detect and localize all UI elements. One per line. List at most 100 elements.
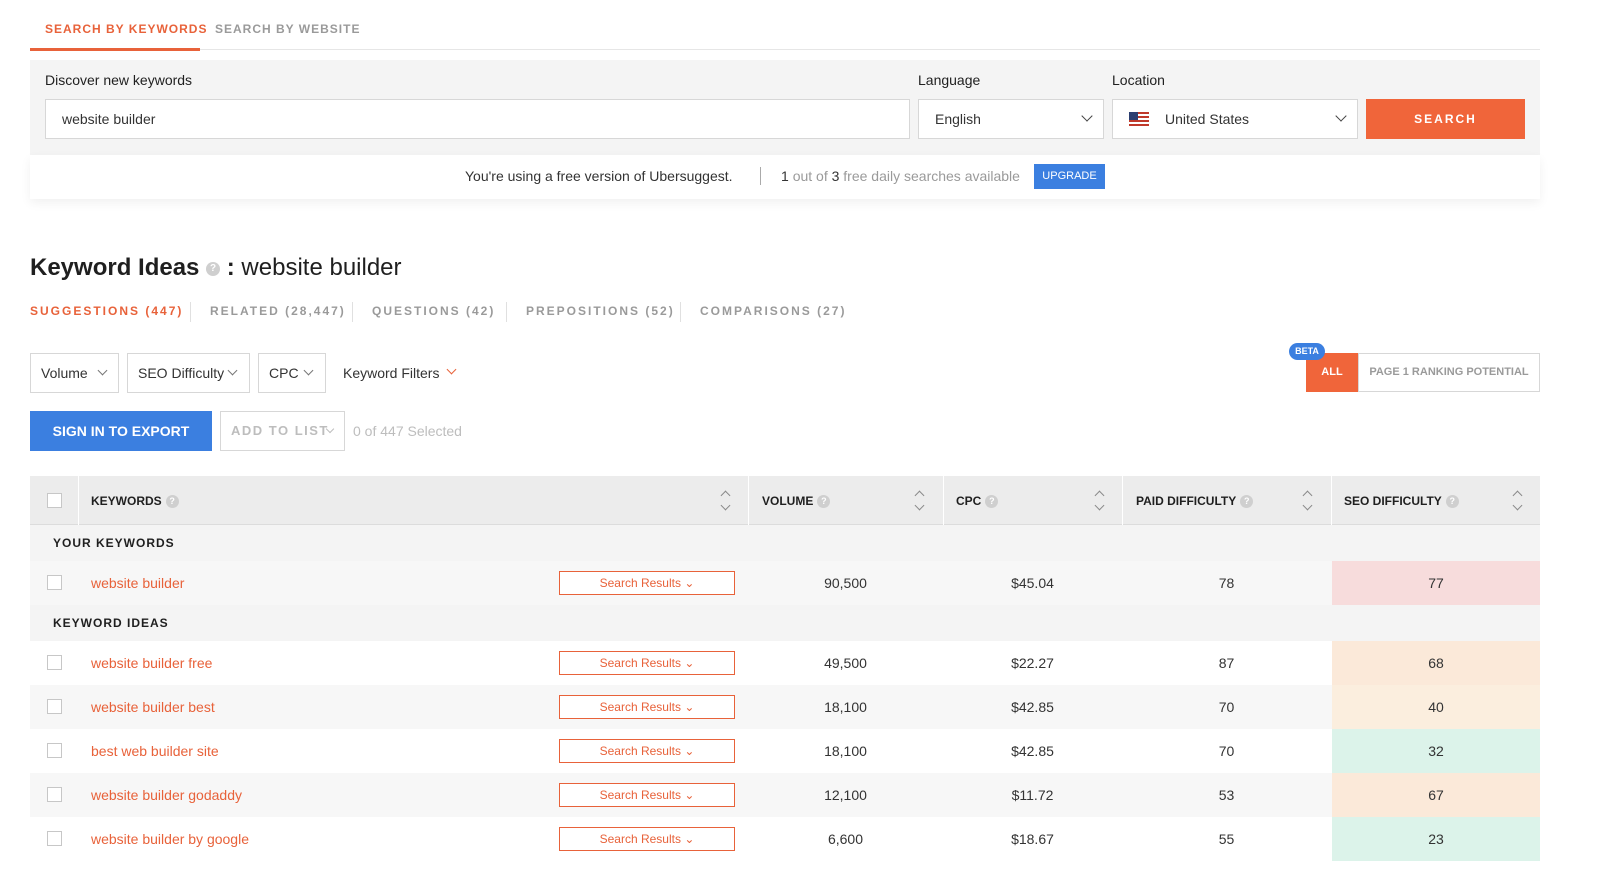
notice-divider xyxy=(760,167,761,185)
keyword-link[interactable]: website builder free xyxy=(91,655,212,671)
table-header: KEYWORDS? VOLUME? CPC? PAID DIFFICULTY? … xyxy=(30,476,1540,525)
cpc-cell: $42.85 xyxy=(1011,743,1054,759)
selected-count: 0 of 447 Selected xyxy=(353,423,462,439)
tab-search-by-keywords[interactable]: SEARCH BY KEYWORDS xyxy=(45,22,207,36)
volume-cell: 18,100 xyxy=(824,743,867,759)
language-label: Language xyxy=(918,72,981,88)
col-header-paid-difficulty[interactable]: PAID DIFFICULTY? xyxy=(1136,494,1254,509)
sign-in-to-export-button[interactable]: SIGN IN TO EXPORT xyxy=(30,411,212,451)
upgrade-button[interactable]: UPGRADE xyxy=(1034,164,1105,189)
quota-used: 1 xyxy=(781,168,789,184)
volume-cell: 12,100 xyxy=(824,787,867,803)
row-checkbox[interactable] xyxy=(47,743,62,758)
keyword-filters-toggle[interactable]: Keyword Filters xyxy=(343,365,439,381)
cpc-filter[interactable]: CPC xyxy=(258,353,326,393)
sort-icon[interactable] xyxy=(1302,490,1312,512)
paid-difficulty-cell: 78 xyxy=(1218,575,1235,591)
add-to-list-button[interactable]: ADD TO LIST xyxy=(220,411,345,451)
search-results-button[interactable]: Search Results ⌄ xyxy=(559,827,735,851)
help-icon[interactable]: ? xyxy=(1240,495,1254,509)
paid-difficulty-cell: 55 xyxy=(1218,831,1235,847)
language-select[interactable]: English xyxy=(918,99,1104,139)
cpc-cell: $45.04 xyxy=(1011,575,1054,591)
row-checkbox[interactable] xyxy=(47,699,62,714)
help-icon[interactable]: ? xyxy=(206,261,221,276)
search-quota: 1 out of 3 free daily searches available xyxy=(781,168,1020,184)
help-icon[interactable]: ? xyxy=(1445,495,1459,509)
table-row: website builder Search Results ⌄ 90,500 … xyxy=(30,561,1540,605)
keyword-link[interactable]: website builder xyxy=(91,575,184,591)
keyword-label: Discover new keywords xyxy=(45,72,193,88)
row-checkbox[interactable] xyxy=(47,655,62,670)
paid-difficulty-cell: 70 xyxy=(1218,699,1235,715)
location-select[interactable]: United States xyxy=(1112,99,1358,139)
tab-suggestions[interactable]: SUGGESTIONS (447) xyxy=(30,304,183,318)
column-divider xyxy=(1122,476,1123,525)
active-tab-indicator xyxy=(30,48,200,51)
location-label: Location xyxy=(1112,72,1165,88)
tab-related[interactable]: RELATED (28,447) xyxy=(210,304,346,318)
search-results-label: Search Results xyxy=(599,576,681,590)
col-header-seo-difficulty[interactable]: SEO DIFFICULTY? xyxy=(1344,494,1459,509)
column-divider xyxy=(78,476,79,525)
search-results-button[interactable]: Search Results ⌄ xyxy=(559,651,735,675)
seo-difficulty-filter[interactable]: SEO Difficulty xyxy=(127,353,250,393)
notice-text: You're using a free version of Ubersugge… xyxy=(465,168,733,184)
search-results-label: Search Results xyxy=(599,744,681,758)
table-row: website builder godaddy Search Results ⌄… xyxy=(30,773,1540,817)
page-title-label: Keyword Ideas xyxy=(30,254,200,281)
search-results-button[interactable]: Search Results ⌄ xyxy=(559,783,735,807)
help-icon[interactable]: ? xyxy=(817,495,831,509)
row-checkbox[interactable] xyxy=(47,787,62,802)
table-row: best web builder site Search Results ⌄ 1… xyxy=(30,729,1540,773)
search-results-label: Search Results xyxy=(599,788,681,802)
search-results-label: Search Results xyxy=(599,656,681,670)
page-title: Keyword Ideas ? : website builder xyxy=(30,254,402,282)
seo-difficulty-value: 77 xyxy=(1428,575,1444,591)
group-your-keywords: YOUR KEYWORDS xyxy=(30,525,1540,561)
table-row: website builder free Search Results ⌄ 49… xyxy=(30,641,1540,685)
volume-filter-label: Volume xyxy=(41,365,88,381)
tab-divider xyxy=(352,302,353,322)
cpc-cell: $22.27 xyxy=(1011,655,1054,671)
us-flag-icon xyxy=(1129,112,1149,126)
keyword-link[interactable]: website builder best xyxy=(91,699,215,715)
keyword-link[interactable]: website builder by google xyxy=(91,831,249,847)
tab-comparisons[interactable]: COMPARISONS (27) xyxy=(700,304,846,318)
paid-difficulty-cell: 87 xyxy=(1218,655,1235,671)
chevron-down-icon xyxy=(446,364,457,375)
page1-ranking-potential-button[interactable]: PAGE 1 RANKING POTENTIAL xyxy=(1358,353,1540,392)
help-icon[interactable]: ? xyxy=(165,495,179,509)
row-checkbox[interactable] xyxy=(47,831,62,846)
seo-difficulty-cell: 77 xyxy=(1332,561,1540,605)
column-divider xyxy=(1331,476,1332,525)
sort-icon[interactable] xyxy=(720,490,730,512)
keyword-link[interactable]: best web builder site xyxy=(91,743,219,759)
search-results-button[interactable]: Search Results ⌄ xyxy=(559,739,735,763)
sort-icon[interactable] xyxy=(1512,490,1522,512)
select-all-checkbox[interactable] xyxy=(47,493,62,508)
sort-icon[interactable] xyxy=(1094,490,1104,512)
search-results-button[interactable]: Search Results ⌄ xyxy=(559,695,735,719)
seo-difficulty-value: 40 xyxy=(1428,699,1444,715)
keyword-link[interactable]: website builder godaddy xyxy=(91,787,242,803)
tab-prepositions[interactable]: PREPOSITIONS (52) xyxy=(526,304,675,318)
col-header-keywords[interactable]: KEYWORDS? xyxy=(91,494,179,509)
tab-questions[interactable]: QUESTIONS (42) xyxy=(372,304,495,318)
col-header-volume[interactable]: VOLUME? xyxy=(762,494,831,509)
row-checkbox[interactable] xyxy=(47,575,62,590)
keyword-input[interactable] xyxy=(45,99,910,139)
tab-search-by-website[interactable]: SEARCH BY WEBSITE xyxy=(215,22,360,36)
seo-difficulty-value: 32 xyxy=(1428,743,1444,759)
language-value: English xyxy=(935,111,981,127)
seo-difficulty-cell: 68 xyxy=(1332,641,1540,685)
seo-difficulty-value: 68 xyxy=(1428,655,1444,671)
sort-icon[interactable] xyxy=(914,490,924,512)
search-results-button[interactable]: Search Results ⌄ xyxy=(559,571,735,595)
quota-suffix: free daily searches available xyxy=(843,168,1020,184)
volume-filter[interactable]: Volume xyxy=(30,353,119,393)
help-icon[interactable]: ? xyxy=(985,495,999,509)
col-header-cpc[interactable]: CPC? xyxy=(956,494,999,509)
cpc-cell: $18.67 xyxy=(1011,831,1054,847)
search-button[interactable]: SEARCH xyxy=(1366,99,1525,139)
